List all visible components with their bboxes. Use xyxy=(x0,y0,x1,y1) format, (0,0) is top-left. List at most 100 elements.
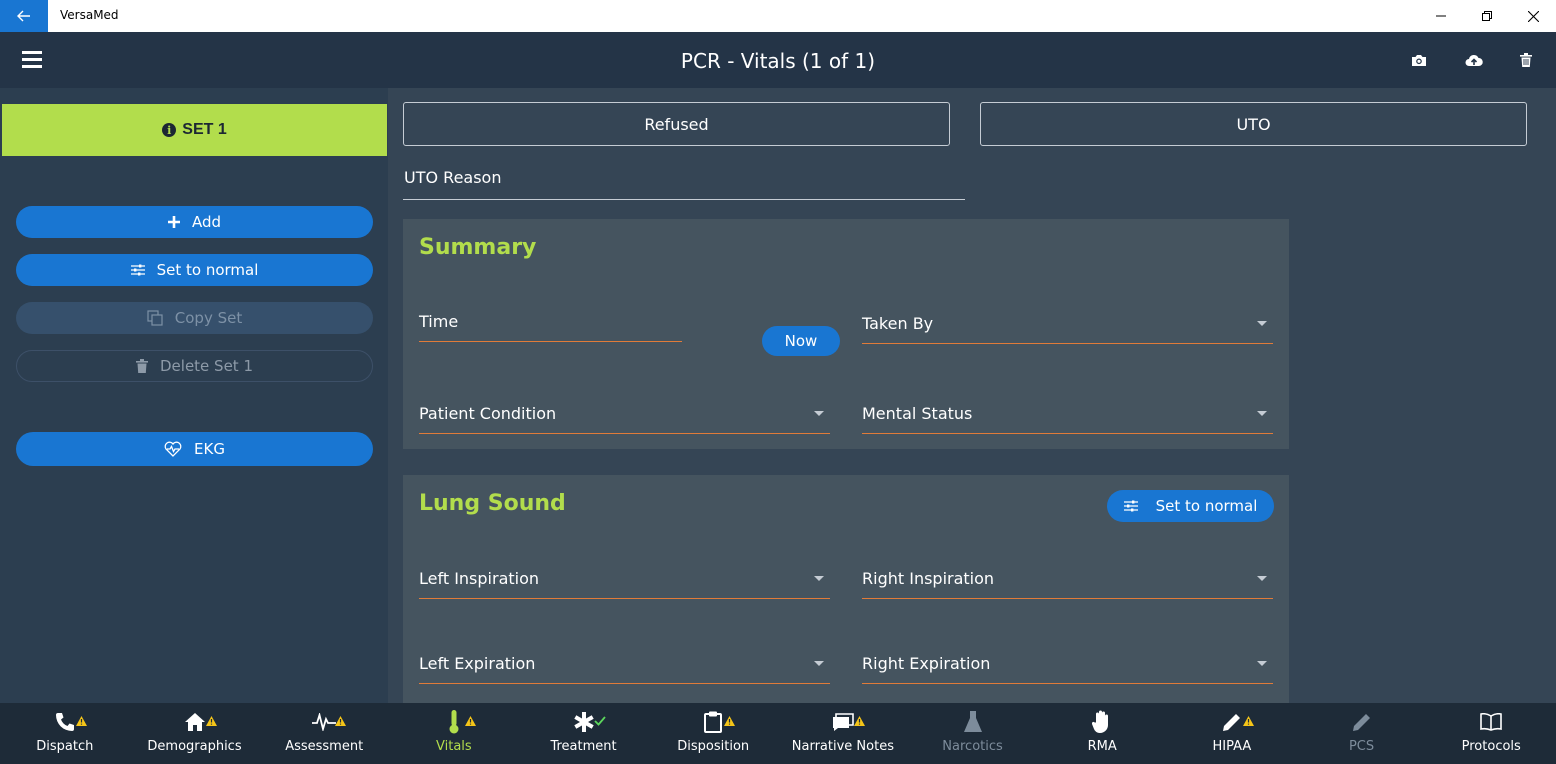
patient-condition-label: Patient Condition xyxy=(419,404,557,423)
nav-demographics[interactable]: Demographics xyxy=(130,703,260,764)
page-title: PCR - Vitals (1 of 1) xyxy=(680,49,876,73)
delete-set-button[interactable]: Delete Set 1 xyxy=(16,350,373,382)
nav-protocols[interactable]: Protocols xyxy=(1426,703,1556,764)
right-expiration-dropdown[interactable]: Right Expiration xyxy=(862,650,1273,684)
time-label: Time xyxy=(419,312,459,331)
nav-label: Narrative Notes xyxy=(791,739,894,754)
nav-treatment[interactable]: Treatment xyxy=(519,703,649,764)
nav-disposition[interactable]: Disposition xyxy=(648,703,778,764)
warning-icon xyxy=(724,716,736,726)
set-to-normal-label: Set to normal xyxy=(156,261,259,279)
set-1-tab[interactable]: i SET 1 xyxy=(2,104,387,156)
uto-reason-label: UTO Reason xyxy=(404,168,502,187)
warning-icon xyxy=(1242,716,1254,726)
restore-icon xyxy=(1482,11,1492,21)
summary-title: Summary xyxy=(419,235,537,260)
ekg-label: EKG xyxy=(194,440,225,458)
nav-label: Protocols xyxy=(1461,739,1521,754)
trash-icon xyxy=(136,359,148,373)
warning-icon xyxy=(75,716,87,726)
pen-icon xyxy=(1222,714,1240,731)
taken-by-label: Taken By xyxy=(862,314,934,333)
pencil-icon xyxy=(1352,714,1370,731)
uto-button[interactable]: UTO xyxy=(980,102,1527,146)
left-inspiration-label: Left Inspiration xyxy=(419,569,540,588)
heart-pulse-icon xyxy=(164,441,182,457)
mental-status-dropdown[interactable]: Mental Status xyxy=(862,400,1273,434)
refused-button[interactable]: Refused xyxy=(403,102,950,146)
checkmark-icon xyxy=(593,716,606,726)
summary-card: Summary Time Now Taken By Patient Condit… xyxy=(403,219,1289,449)
copy-set-button[interactable]: Copy Set xyxy=(16,302,373,334)
camera-icon[interactable] xyxy=(1408,50,1430,70)
clipboard-icon xyxy=(704,711,723,733)
nav-vitals[interactable]: Vitals xyxy=(389,703,519,764)
nav-label: RMA xyxy=(1087,739,1117,754)
minimize-button[interactable] xyxy=(1418,0,1464,32)
nav-label: Narcotics xyxy=(942,739,1003,754)
warning-icon xyxy=(464,716,476,726)
back-button[interactable] xyxy=(0,0,48,32)
left-inspiration-dropdown[interactable]: Left Inspiration xyxy=(419,565,830,599)
lung-set-to-normal-button[interactable]: Set to normal xyxy=(1107,490,1274,522)
plus-icon xyxy=(167,216,180,228)
taken-by-dropdown[interactable]: Taken By xyxy=(862,310,1273,344)
chevron-down-icon xyxy=(1257,321,1267,326)
add-label: Add xyxy=(191,213,222,231)
cloud-upload-icon[interactable] xyxy=(1463,50,1485,70)
minimize-icon xyxy=(1436,15,1446,17)
now-button[interactable]: Now xyxy=(762,326,840,356)
chevron-down-icon xyxy=(1257,576,1267,581)
ekg-button[interactable]: EKG xyxy=(16,432,373,466)
warning-icon xyxy=(853,716,865,726)
mental-status-label: Mental Status xyxy=(862,404,973,423)
left-expiration-dropdown[interactable]: Left Expiration xyxy=(419,650,830,684)
set-to-normal-button[interactable]: Set to normal xyxy=(16,254,373,286)
nav-assessment[interactable]: Assessment xyxy=(259,703,389,764)
sliders-icon xyxy=(1123,500,1138,512)
arrow-left-icon xyxy=(17,10,30,22)
right-inspiration-dropdown[interactable]: Right Inspiration xyxy=(862,565,1273,599)
app-title: VersaMed xyxy=(60,8,119,22)
trash-icon[interactable] xyxy=(1515,50,1537,70)
nav-label: PCS xyxy=(1348,739,1375,754)
phone-icon xyxy=(55,713,74,731)
close-icon xyxy=(1527,10,1539,22)
heartbeat-icon xyxy=(312,713,337,731)
right-inspiration-label: Right Inspiration xyxy=(862,569,995,588)
hand-icon xyxy=(1092,710,1109,734)
app-header: PCR - Vitals (1 of 1) xyxy=(0,32,1556,88)
set-label: SET 1 xyxy=(182,121,227,138)
right-expiration-label: Right Expiration xyxy=(862,654,991,673)
flask-icon xyxy=(963,711,982,732)
vitals-form: Refused UTO UTO Reason Summary Time Now … xyxy=(388,88,1556,703)
nav-narcotics[interactable]: Narcotics xyxy=(908,703,1038,764)
uto-reason-field[interactable]: UTO Reason xyxy=(403,166,965,200)
notes-icon xyxy=(832,713,854,731)
nav-label: Vitals xyxy=(436,739,472,754)
bottom-navigation: Dispatch Demographics Assessment Vitals … xyxy=(0,703,1556,764)
medical-star-icon xyxy=(573,712,594,732)
nav-dispatch[interactable]: Dispatch xyxy=(0,703,130,764)
restore-button[interactable] xyxy=(1464,0,1510,32)
nav-label: Assessment xyxy=(285,739,364,754)
copy-set-label: Copy Set xyxy=(174,309,243,327)
chevron-down-icon xyxy=(814,576,824,581)
left-expiration-label: Left Expiration xyxy=(419,654,536,673)
nav-pcs[interactable]: PCS xyxy=(1297,703,1427,764)
chevron-down-icon xyxy=(1257,411,1267,416)
nav-hipaa[interactable]: HIPAA xyxy=(1167,703,1297,764)
lung-set-to-normal-label: Set to normal xyxy=(1155,497,1258,515)
home-icon xyxy=(184,713,205,731)
nav-rma[interactable]: RMA xyxy=(1037,703,1167,764)
patient-condition-dropdown[interactable]: Patient Condition xyxy=(419,400,830,434)
nav-label: Disposition xyxy=(677,739,750,754)
warning-icon xyxy=(335,716,347,726)
close-window-button[interactable] xyxy=(1510,0,1556,32)
chevron-down-icon xyxy=(814,661,824,666)
nav-label: Demographics xyxy=(147,739,242,754)
nav-narrative-notes[interactable]: Narrative Notes xyxy=(778,703,908,764)
thermometer-icon xyxy=(449,710,459,734)
add-set-button[interactable]: Add xyxy=(16,206,373,238)
time-field[interactable]: Time xyxy=(419,308,682,342)
